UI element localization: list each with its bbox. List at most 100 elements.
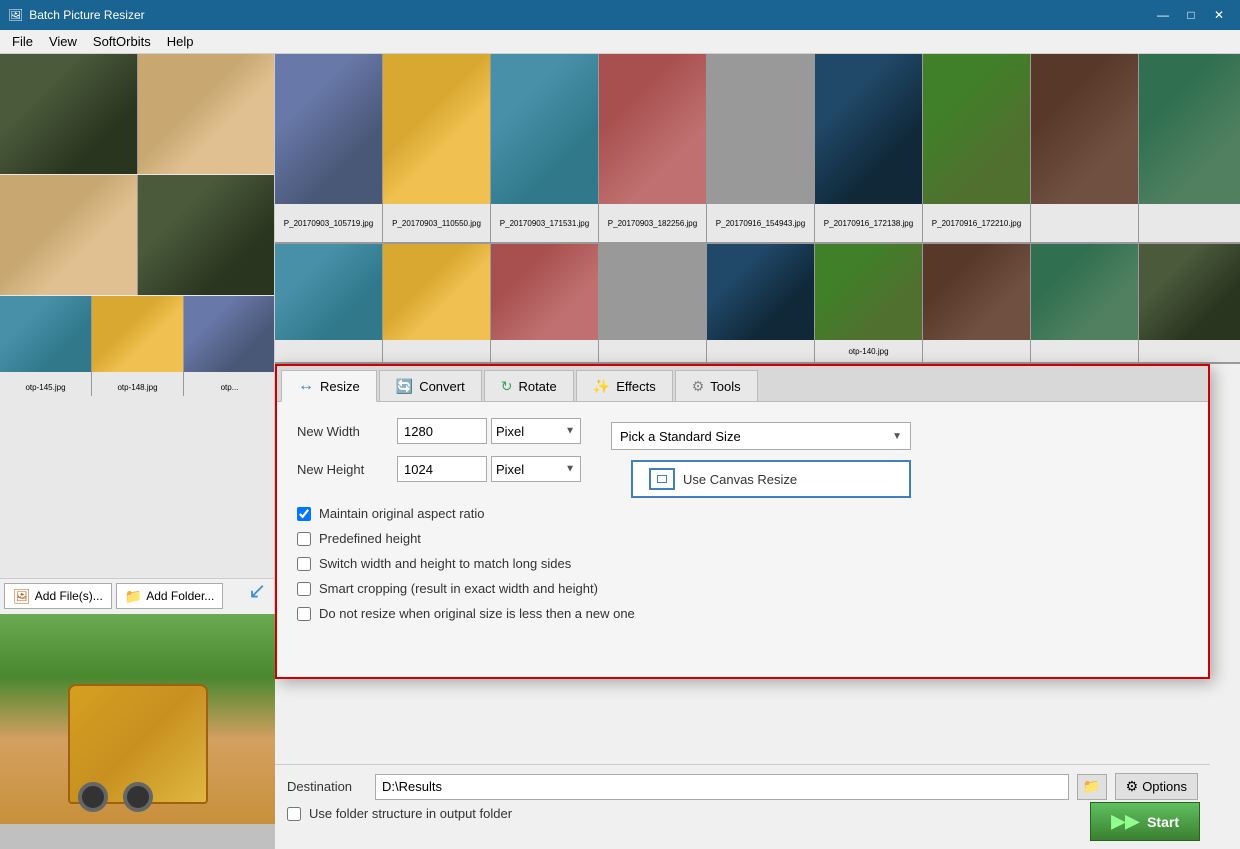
app-icon: 🖼	[8, 8, 23, 22]
photo-thumb[interactable]: otp-140.jpg	[815, 244, 922, 364]
photo-thumb[interactable]	[491, 244, 598, 364]
photo-label	[599, 340, 706, 362]
left-panel: otp-2071-1.jpg P_20170831_162319.jpg P_2…	[0, 54, 275, 849]
photo-thumb[interactable]	[1031, 244, 1138, 364]
predefined-height-row: Predefined height	[297, 531, 1188, 546]
title-bar-controls: — □ ✕	[1150, 5, 1232, 25]
width-input[interactable]	[397, 418, 487, 444]
convert-tab-icon: 🔄	[396, 378, 413, 395]
photo-thumb[interactable]: otp-90.jpg	[138, 175, 274, 295]
photo-thumb[interactable]: P_20170903_171531.jpg	[491, 54, 598, 244]
photo-thumb[interactable]: P_20170903_105719.jpg	[275, 54, 382, 244]
tab-tools[interactable]: ⚙ Tools	[675, 370, 758, 401]
use-folder-structure-row: Use folder structure in output folder	[287, 806, 1198, 821]
switch-width-height-checkbox[interactable]	[297, 557, 311, 571]
smart-cropping-checkbox[interactable]	[297, 582, 311, 596]
photo-thumb[interactable]: otp-148.jpg	[92, 296, 183, 396]
photo-label	[923, 340, 1030, 362]
photo-thumb[interactable]: otp...	[184, 296, 274, 396]
menu-view[interactable]: View	[41, 32, 85, 51]
destination-label: Destination	[287, 779, 367, 794]
resize-dialog: ↔ Resize 🔄 Convert ↻ Rotate ✨ Effects ⚙	[275, 364, 1210, 679]
menu-file[interactable]: File	[4, 32, 41, 51]
browse-icon: 📁	[1083, 778, 1100, 795]
preview-area	[0, 614, 275, 849]
canvas-resize-button[interactable]: Use Canvas Resize	[631, 460, 911, 498]
photo-label: P_20170916_172210.jpg	[923, 204, 1030, 242]
top-photo-strip: P_20170903_105719.jpg P_20170903_110550.…	[275, 54, 1240, 244]
tab-resize[interactable]: ↔ Resize	[281, 370, 377, 402]
right-panel: P_20170903_105719.jpg P_20170903_110550.…	[275, 54, 1240, 849]
photo-thumb[interactable]: P_20170903_110550.jpg	[383, 54, 490, 244]
tools-tab-icon: ⚙	[692, 378, 705, 395]
maximize-button[interactable]: □	[1178, 5, 1204, 25]
menu-help[interactable]: Help	[159, 32, 202, 51]
width-label: New Width	[297, 424, 397, 439]
photo-label: otp-148.jpg	[92, 372, 183, 396]
height-input[interactable]	[397, 456, 487, 482]
photo-thumb[interactable]: P_20170903_182256.jpg	[599, 54, 706, 244]
add-folder-icon: 📁	[125, 588, 142, 605]
do-not-resize-row: Do not resize when original size is less…	[297, 606, 1188, 621]
tools-tab-label: Tools	[710, 379, 740, 394]
do-not-resize-label: Do not resize when original size is less…	[319, 606, 635, 621]
photo-thumb[interactable]: P_20170919_185632.jpg	[0, 175, 137, 295]
rotate-tab-label: Rotate	[518, 379, 556, 394]
start-arrow-icon: ▶▶	[1111, 811, 1139, 832]
use-folder-structure-checkbox[interactable]	[287, 807, 301, 821]
destination-browse-button[interactable]: 📁	[1077, 774, 1107, 800]
tab-effects[interactable]: ✨ Effects	[576, 370, 673, 401]
options-button[interactable]: ⚙ Options	[1115, 773, 1198, 800]
do-not-resize-checkbox[interactable]	[297, 607, 311, 621]
photo-label	[275, 340, 382, 362]
photo-thumb[interactable]: otp-145.jpg	[0, 296, 91, 396]
options-label: Options	[1142, 779, 1187, 794]
photo-thumb[interactable]	[923, 244, 1030, 364]
photo-thumb[interactable]: otp-2071-1.jpg	[0, 54, 137, 174]
photo-thumb[interactable]: P_20170831_162319.jpg	[138, 54, 274, 174]
photo-row-2: P_20170919_185632.jpg otp-90.jpg	[0, 175, 274, 295]
add-files-button[interactable]: 🖼 Add File(s)...	[4, 583, 112, 609]
close-button[interactable]: ✕	[1206, 5, 1232, 25]
height-field-row: New Height Pixel Percent Inch cm	[297, 456, 581, 482]
photo-thumb[interactable]	[707, 244, 814, 364]
start-button[interactable]: ▶▶ Start	[1090, 802, 1200, 841]
photo-thumb[interactable]	[1139, 54, 1240, 244]
title-bar: 🖼 Batch Picture Resizer — □ ✕	[0, 0, 1240, 30]
tab-rotate[interactable]: ↻ Rotate	[484, 370, 574, 401]
height-unit-select[interactable]: Pixel Percent Inch cm	[491, 456, 581, 482]
add-files-label: Add File(s)...	[35, 589, 103, 603]
minimize-button[interactable]: —	[1150, 5, 1176, 25]
photo-grid-area: otp-2071-1.jpg P_20170831_162319.jpg P_2…	[0, 54, 274, 578]
tab-convert[interactable]: 🔄 Convert	[379, 370, 482, 401]
maintain-aspect-checkbox[interactable]	[297, 507, 311, 521]
photo-thumb[interactable]	[383, 244, 490, 364]
preview-image	[0, 614, 275, 824]
photo-thumb[interactable]	[599, 244, 706, 364]
standard-size-dropdown[interactable]: Pick a Standard Size ▼	[611, 422, 911, 450]
checkboxes-area: Maintain original aspect ratio Predefine…	[297, 506, 1188, 621]
photo-thumb[interactable]: P_20170916_172210.jpg	[923, 54, 1030, 244]
photo-thumb[interactable]	[1139, 244, 1240, 364]
destination-input[interactable]	[375, 774, 1069, 800]
photo-thumb[interactable]: P_20170916_172138.jpg	[815, 54, 922, 244]
options-gear-icon: ⚙	[1126, 778, 1139, 795]
resize-tab-label: Resize	[320, 379, 360, 394]
photo-row-2-grid: otp-140.jpg	[275, 244, 1240, 364]
photo-thumb[interactable]: P_20170916_154943.jpg	[707, 54, 814, 244]
smart-cropping-row: Smart cropping (result in exact width an…	[297, 581, 1188, 596]
photo-row-3: otp-145.jpg otp-148.jpg otp...	[0, 296, 274, 396]
width-unit-select[interactable]: Pixel Percent Inch cm	[491, 418, 581, 444]
photo-label	[1139, 204, 1240, 242]
switch-width-height-row: Switch width and height to match long si…	[297, 556, 1188, 571]
photo-thumb[interactable]	[1031, 54, 1138, 244]
photo-label: P_20170903_182256.jpg	[599, 204, 706, 242]
effects-tab-icon: ✨	[593, 378, 610, 395]
add-folder-button[interactable]: 📁 Add Folder...	[116, 583, 223, 609]
photo-label: otp-140.jpg	[815, 340, 922, 362]
photo-label	[383, 340, 490, 362]
photo-thumb[interactable]	[275, 244, 382, 364]
predefined-height-checkbox[interactable]	[297, 532, 311, 546]
photo-row-2-right: otp-140.jpg	[275, 244, 1240, 364]
menu-softorbits[interactable]: SoftOrbits	[85, 32, 159, 51]
